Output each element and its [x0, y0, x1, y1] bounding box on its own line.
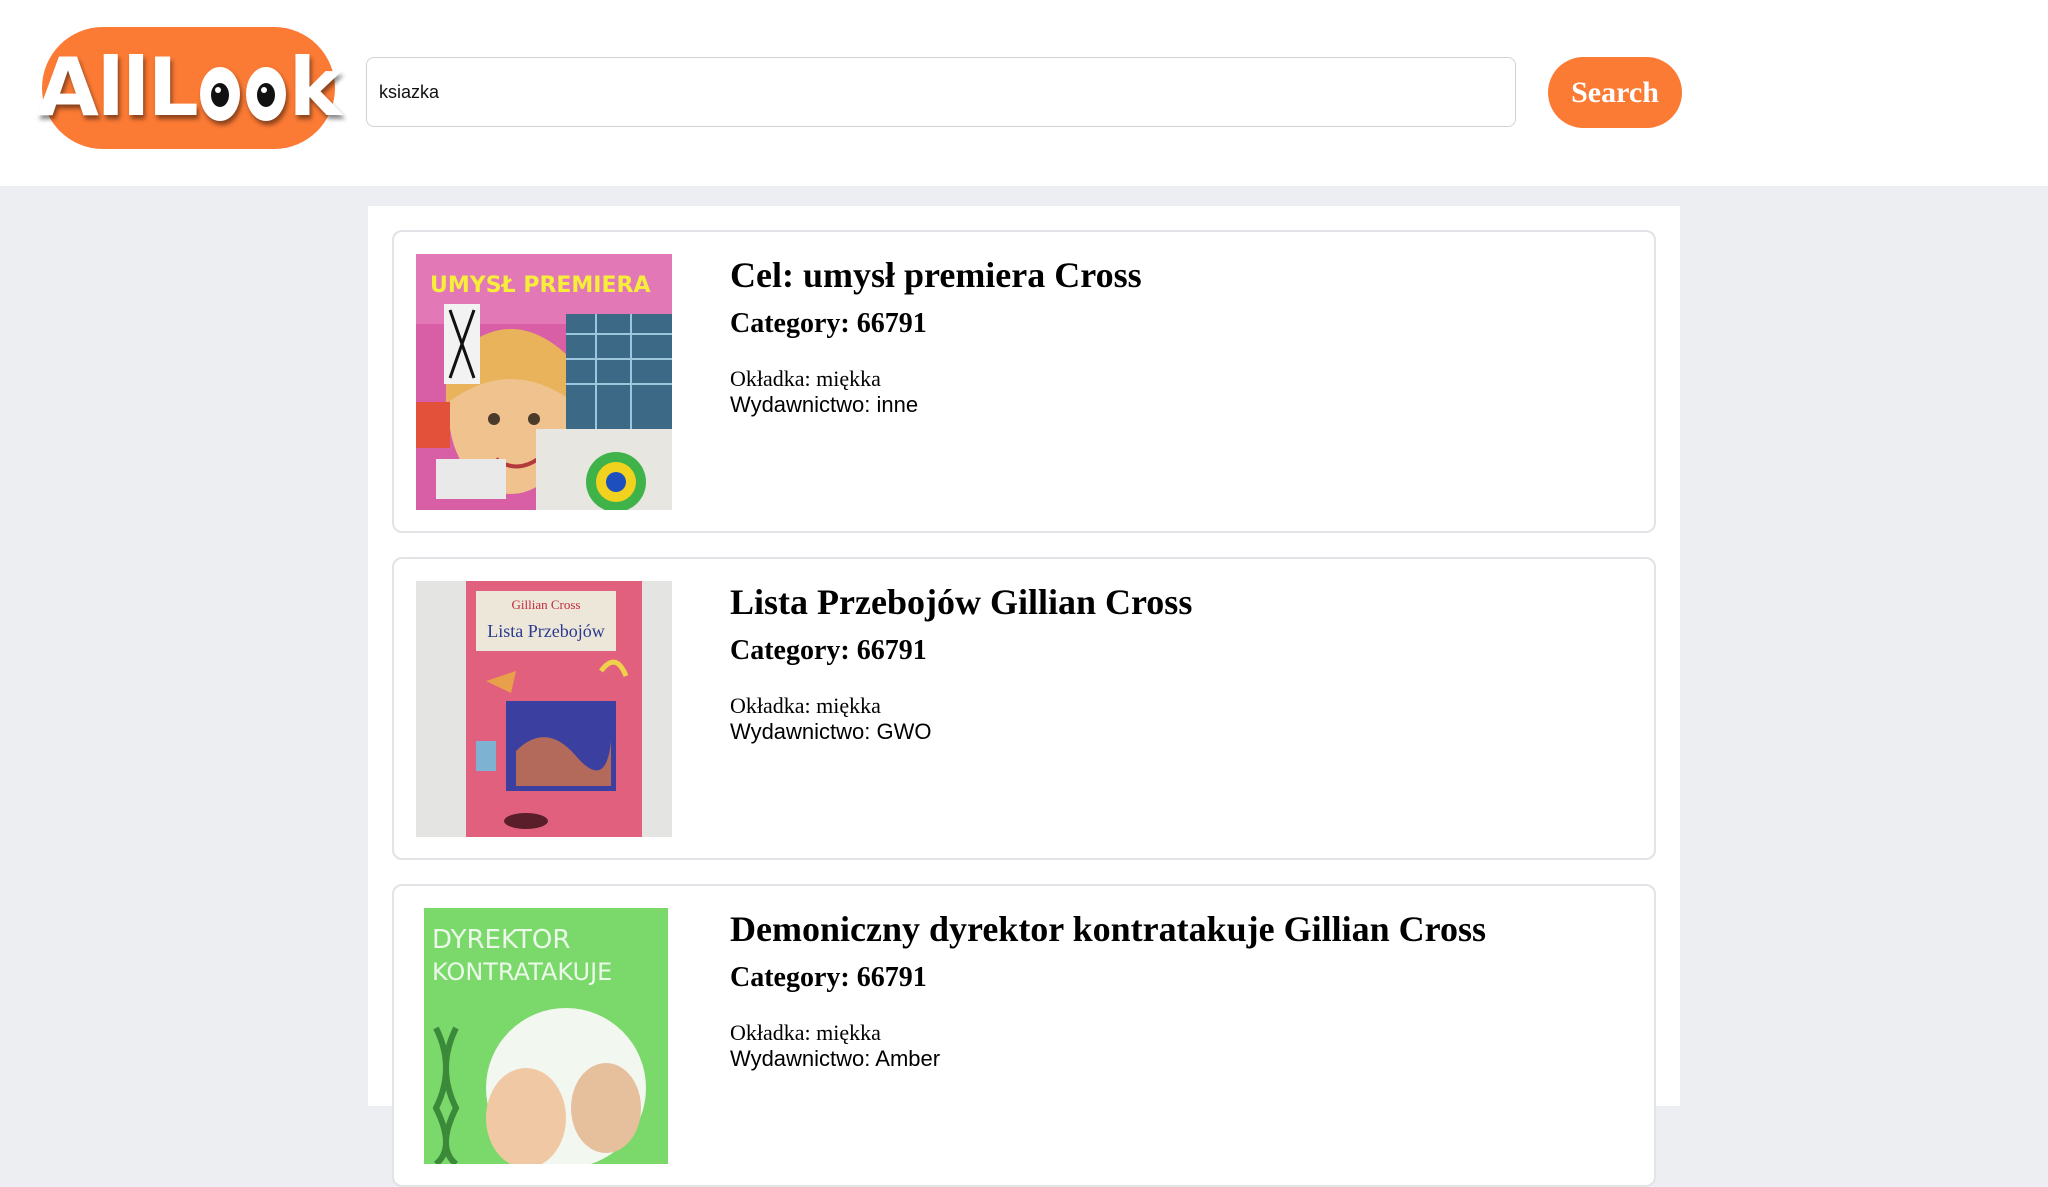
result-cover-type: Okładka: miękka: [730, 366, 881, 391]
result-card[interactable]: UMYSŁ PREMIERA Cel: umysł premiera Cross…: [392, 230, 1656, 533]
logo-wordmark: AllL k: [37, 41, 342, 134]
book-cover-image[interactable]: Gillian Cross Lista Przebojów: [416, 581, 672, 837]
logo-text-left: AllL: [37, 41, 199, 134]
logo-eye-left-icon: [199, 67, 240, 121]
result-title[interactable]: Cel: umysł premiera Cross: [730, 254, 1142, 296]
result-category: Category: 66791: [730, 635, 927, 666]
result-card[interactable]: DYREKTOR KONTRATAKUJE Demoniczny dyrekto…: [392, 884, 1656, 1187]
cover-3-line1: DYREKTOR: [432, 925, 570, 955]
result-cover-type: Okładka: miękka: [730, 693, 881, 718]
header-bar: AllL k Search: [0, 0, 2048, 186]
result-publisher: Wydawnictwo: GWO: [730, 719, 932, 744]
cover-2-author: Gillian Cross: [512, 597, 581, 612]
cover-3-line2: KONTRATAKUJE: [432, 958, 612, 986]
result-title[interactable]: Lista Przebojów Gillian Cross: [730, 581, 1192, 623]
alllook-logo[interactable]: AllL k: [37, 27, 342, 149]
result-publisher: Wydawnictwo: Amber: [730, 1046, 941, 1071]
search-input[interactable]: [366, 57, 1516, 127]
cover-1-text: UMYSŁ PREMIERA: [430, 273, 650, 298]
cover-2-title: Lista Przebojów: [487, 621, 604, 641]
logo-text-right: k: [288, 41, 342, 134]
search-button[interactable]: Search: [1548, 57, 1682, 128]
result-title[interactable]: Demoniczny dyrektor kontratakuje Gillian…: [730, 908, 1486, 950]
result-publisher: Wydawnictwo: inne: [730, 392, 919, 417]
result-category: Category: 66791: [730, 962, 927, 993]
book-cover-image[interactable]: DYREKTOR KONTRATAKUJE: [416, 908, 672, 1164]
result-card[interactable]: Gillian Cross Lista Przebojów Lista Prze…: [392, 557, 1656, 860]
book-cover-image[interactable]: UMYSŁ PREMIERA: [416, 254, 672, 510]
results-list: UMYSŁ PREMIERA Cel: umysł premiera Cross…: [368, 206, 1680, 1187]
logo-eye-right-icon: [245, 67, 286, 121]
result-cover-type: Okładka: miękka: [730, 1020, 881, 1045]
result-category: Category: 66791: [730, 308, 927, 339]
